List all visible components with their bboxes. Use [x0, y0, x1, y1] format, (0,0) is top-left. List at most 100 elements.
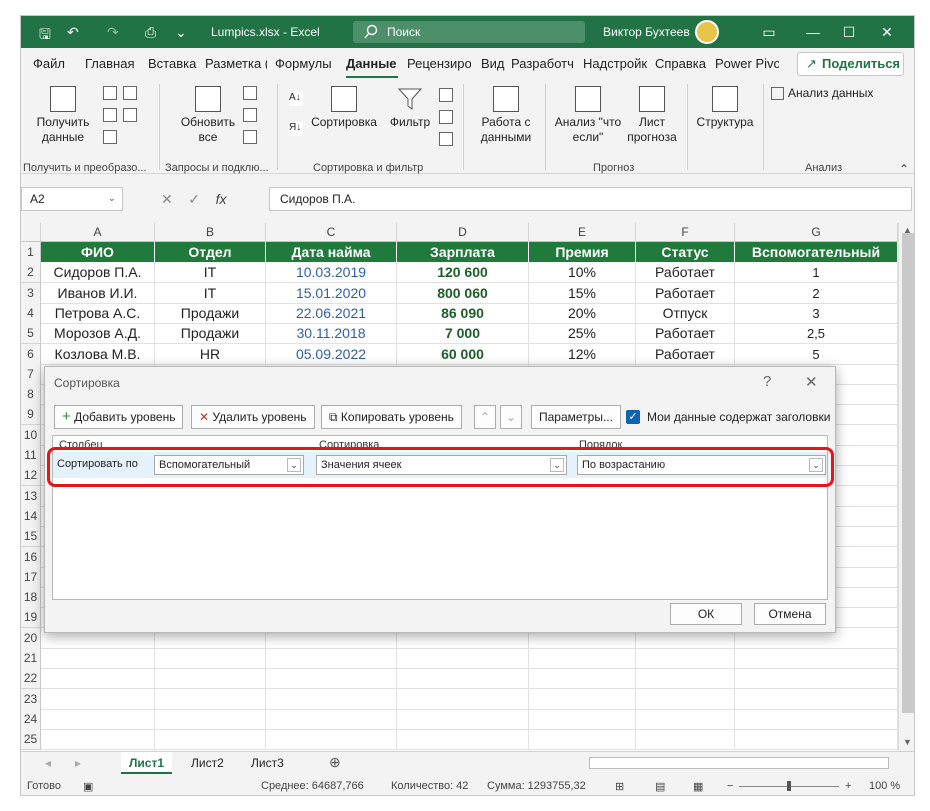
sort-az-icon[interactable]: A↓ [289, 92, 303, 106]
table-header-cell[interactable]: Премия [529, 242, 636, 263]
table-cell[interactable]: 12% [529, 343, 636, 365]
tab-file[interactable]: Файл [33, 56, 65, 71]
table-cell[interactable]: 30.11.2018 [266, 323, 397, 345]
reapply-icon[interactable] [439, 110, 453, 124]
minimize-icon[interactable]: — [803, 22, 823, 42]
redo-icon[interactable]: ↷ [107, 24, 119, 41]
zoom-slider-thumb[interactable] [787, 781, 791, 791]
formula-input[interactable]: Сидоров П.А. [269, 187, 912, 211]
empty-cell[interactable] [735, 708, 898, 730]
table-cell[interactable]: 7 000 [397, 323, 529, 345]
empty-cell[interactable] [155, 729, 266, 751]
empty-cell[interactable] [529, 729, 636, 751]
select-all-corner[interactable] [21, 223, 41, 242]
table-cell[interactable]: 3 [735, 302, 898, 324]
empty-cell[interactable] [266, 668, 397, 690]
close-icon[interactable]: ✕ [805, 373, 818, 391]
row-header-21[interactable]: 21 [21, 648, 41, 669]
sort-za-icon[interactable]: Я↓ [289, 122, 303, 136]
zoom-out-icon[interactable]: − [727, 780, 733, 792]
tab-help[interactable]: Справка [655, 56, 706, 71]
tab-view[interactable]: Вид [481, 56, 505, 71]
prev-sheet-icon[interactable]: ◂ [45, 756, 51, 770]
tab-power-pivot[interactable]: Power Pivo [715, 56, 779, 71]
empty-cell[interactable] [636, 688, 735, 710]
row-header-17[interactable]: 17 [21, 566, 41, 588]
table-header-cell[interactable]: Дата найма [266, 242, 397, 263]
table-cell[interactable]: Сидоров П.А. [41, 262, 155, 284]
row-header-10[interactable]: 10 [21, 424, 41, 446]
copy-level-button[interactable]: ⧉ Копировать уровень [321, 405, 462, 429]
column-header-e[interactable]: E [529, 223, 636, 242]
existing-connections-icon[interactable] [123, 108, 137, 122]
scroll-thumb[interactable] [902, 233, 914, 713]
table-cell[interactable]: 22.06.2021 [266, 302, 397, 324]
add-sheet-icon[interactable]: ⊕ [329, 754, 341, 771]
row-header-7[interactable]: 7 [21, 363, 41, 385]
table-cell[interactable]: 25% [529, 323, 636, 345]
get-data-button[interactable]: Получить данные [33, 86, 93, 145]
scroll-down-icon[interactable]: ▼ [903, 737, 912, 747]
from-text-icon[interactable] [103, 86, 117, 100]
empty-cell[interactable] [266, 708, 397, 730]
macro-record-icon[interactable]: ▣ [83, 780, 93, 793]
help-icon[interactable]: ? [763, 373, 771, 390]
empty-cell[interactable] [636, 648, 735, 669]
table-cell[interactable]: Козлова М.В. [41, 343, 155, 365]
zoom-in-icon[interactable]: + [845, 780, 851, 792]
column-header-b[interactable]: B [155, 223, 266, 242]
tab-addins[interactable]: Надстройк [583, 56, 647, 71]
recent-sources-icon[interactable] [123, 86, 137, 100]
empty-cell[interactable] [735, 688, 898, 710]
row-header-6[interactable]: 6 [21, 343, 41, 365]
row-header-25[interactable]: 25 [21, 729, 41, 751]
empty-cell[interactable] [155, 648, 266, 669]
empty-cell[interactable] [636, 729, 735, 751]
save-icon[interactable]: 🖫 [39, 24, 51, 48]
table-cell[interactable]: 15.01.2020 [266, 282, 397, 304]
table-cell[interactable]: 60 000 [397, 343, 529, 365]
empty-cell[interactable] [735, 729, 898, 751]
table-cell[interactable]: Работает [636, 262, 735, 284]
empty-cell[interactable] [397, 688, 529, 710]
sort-button[interactable]: Сортировка [309, 86, 379, 130]
sheet-tab-1[interactable]: Лист1 [121, 752, 173, 774]
empty-cell[interactable] [41, 729, 155, 751]
customize-qat-icon[interactable]: ⌄ [175, 24, 187, 41]
empty-cell[interactable] [529, 668, 636, 690]
properties-icon[interactable] [243, 108, 257, 122]
table-cell[interactable]: Продажи [155, 302, 266, 324]
page-layout-icon[interactable]: ▤ [655, 780, 665, 793]
table-cell[interactable]: Работает [636, 343, 735, 365]
table-cell[interactable]: HR [155, 343, 266, 365]
zoom-level[interactable]: 100 % [869, 780, 900, 792]
ok-button[interactable]: ОК [670, 603, 742, 625]
row-header-18[interactable]: 18 [21, 587, 41, 609]
table-cell[interactable]: Иванов И.И. [41, 282, 155, 304]
empty-cell[interactable] [529, 708, 636, 730]
row-header-13[interactable]: 13 [21, 485, 41, 507]
row-header-22[interactable]: 22 [21, 668, 41, 690]
empty-cell[interactable] [155, 688, 266, 710]
row-header-20[interactable]: 20 [21, 627, 41, 649]
table-cell[interactable]: 5 [735, 343, 898, 365]
table-cell[interactable]: IT [155, 262, 266, 284]
row-header-24[interactable]: 24 [21, 708, 41, 730]
horizontal-scrollbar[interactable] [589, 757, 889, 769]
tab-formulas[interactable]: Формулы [275, 56, 332, 71]
table-cell[interactable]: 86 090 [397, 302, 529, 324]
name-box[interactable]: A2 ⌄ [21, 187, 123, 211]
search-box[interactable]: Поиск [353, 21, 585, 43]
table-cell[interactable]: Работает [636, 323, 735, 345]
ribbon-display-icon[interactable]: ▭ [759, 22, 779, 42]
add-level-button[interactable]: + Добавить уровень [54, 405, 184, 429]
empty-cell[interactable] [41, 668, 155, 690]
empty-cell[interactable] [636, 708, 735, 730]
table-cell[interactable]: IT [155, 282, 266, 304]
table-header-cell[interactable]: Зарплата [397, 242, 529, 263]
column-header-d[interactable]: D [397, 223, 529, 242]
table-cell[interactable]: Петрова А.С. [41, 302, 155, 324]
empty-cell[interactable] [266, 648, 397, 669]
table-cell[interactable]: Морозов А.Д. [41, 323, 155, 345]
table-header-cell[interactable]: Отдел [155, 242, 266, 263]
